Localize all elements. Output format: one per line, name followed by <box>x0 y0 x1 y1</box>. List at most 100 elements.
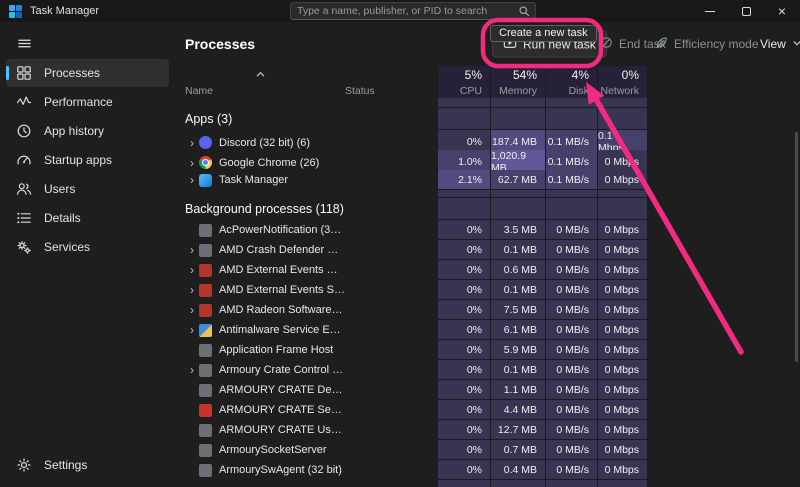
sidebar-item-startup-apps[interactable]: Startup apps <box>6 146 169 174</box>
network-cell <box>597 190 648 198</box>
column-header-cpu[interactable]: CPU <box>437 83 490 98</box>
group-header-row[interactable]: Apps (3) <box>175 108 800 130</box>
expand-chevron-icon[interactable]: › <box>185 363 199 377</box>
main-panel: Processes Run new task End task <box>175 22 800 487</box>
table-row[interactable]: ›AMD External Events Client M...0%0.6 MB… <box>175 260 800 280</box>
menu-button[interactable] <box>6 28 42 58</box>
process-name: ARMOURY CRATE User Sessio... <box>219 424 345 436</box>
sidebar-item-details[interactable]: Details <box>6 204 169 232</box>
table-row[interactable]: ›Antimalware Service Executable0%6.1 MB0… <box>175 320 800 340</box>
search-icon[interactable] <box>513 5 535 17</box>
memory-cell: 6.1 MB <box>490 320 545 340</box>
memory-cell: 0.1 MB <box>490 240 545 260</box>
table-row[interactable]: ›ARMOURY CRATE Service0%4.4 MB0 MB/s0 Mb… <box>175 400 800 420</box>
table-row[interactable]: ›ArmourySocketServer0%0.7 MB0 MB/s0 Mbps <box>175 440 800 460</box>
table-row[interactable]: ›ARMOURY CRATE DenoiseAI0%1.1 MB0 MB/s0 … <box>175 380 800 400</box>
status-cell <box>345 440 437 460</box>
task-manager-app-icon <box>9 5 22 18</box>
network-cell: 0 Mbps <box>597 260 648 280</box>
table-row[interactable]: ›AcPowerNotification (32 bit)0%3.5 MB0 M… <box>175 220 800 240</box>
memory-cell: 7.5 MB <box>490 300 545 320</box>
sidebar-item-performance[interactable]: Performance <box>6 88 169 116</box>
column-header-name[interactable]: Name <box>185 83 345 98</box>
app-history-icon <box>16 123 32 139</box>
process-name: AMD External Events Client M... <box>219 264 345 276</box>
collapse-all-chevron[interactable] <box>255 69 266 80</box>
efficiency-mode-button[interactable]: Efficiency mode <box>655 36 759 52</box>
disk-cell: 0 MB/s <box>545 460 597 480</box>
network-cell: 0 Mbps <box>597 360 648 380</box>
group-header-row[interactable]: Background processes (118) <box>175 198 800 220</box>
table-row[interactable]: ›AMD Crash Defender Service0%0.1 MB0 MB/… <box>175 240 800 260</box>
expand-chevron-icon[interactable]: › <box>185 303 199 317</box>
disk-cell <box>545 480 597 487</box>
status-cell <box>345 240 437 260</box>
close-button[interactable]: × <box>764 0 800 22</box>
memory-cell: 62.7 MB <box>490 170 545 190</box>
minimize-button[interactable] <box>692 0 728 22</box>
expand-chevron-icon[interactable]: › <box>185 283 199 297</box>
table-row[interactable]: ›Armoury Crate Control Interface0%0.1 MB… <box>175 360 800 380</box>
network-cell: 0 Mbps <box>597 170 648 190</box>
table-row[interactable]: ›Discord (32 bit) (6)0%187.4 MB0.1 MB/s0… <box>175 130 800 150</box>
memory-cell: 5.9 MB <box>490 340 545 360</box>
search-input[interactable] <box>291 5 513 17</box>
cpu-cell: 0% <box>437 420 490 440</box>
expand-chevron-icon[interactable]: › <box>185 136 199 150</box>
rog-icon <box>199 404 212 417</box>
search-box[interactable] <box>290 2 536 20</box>
cpu-cell: 0% <box>437 220 490 240</box>
disk-cell: 0 MB/s <box>545 240 597 260</box>
memory-cell <box>490 480 545 487</box>
scrollbar-thumb[interactable] <box>795 132 798 362</box>
maximize-button[interactable] <box>728 0 764 22</box>
column-header-disk[interactable]: Disk <box>545 83 597 98</box>
network-cell: 0 Mbps <box>597 380 648 400</box>
disk-cell: 0 MB/s <box>545 360 597 380</box>
amd-icon <box>199 284 212 297</box>
sidebar-item-app-history[interactable]: App history <box>6 117 169 145</box>
expand-chevron-icon[interactable]: › <box>185 243 199 257</box>
expand-chevron-icon[interactable]: › <box>185 156 199 170</box>
column-header-status[interactable]: Status <box>345 83 437 98</box>
disk-total-pct: 4% <box>545 66 597 83</box>
network-cell <box>597 98 648 108</box>
amd-icon <box>199 304 212 317</box>
table-row[interactable]: ›AMD External Events Service ...0%0.1 MB… <box>175 280 800 300</box>
table-row[interactable]: ›Application Frame Host0%5.9 MB0 MB/s0 M… <box>175 340 800 360</box>
expand-chevron-icon[interactable]: › <box>185 173 199 187</box>
table-row[interactable]: ›Google Chrome (26)1.0%1,020.9 MB0.1 MB/… <box>175 150 800 170</box>
expand-chevron-icon[interactable]: › <box>185 263 199 277</box>
expand-chevron-icon[interactable]: › <box>185 323 199 337</box>
memory-cell: 12.7 MB <box>490 420 545 440</box>
table-row[interactable]: ›Task Manager2.1%62.7 MB0.1 MB/s0 Mbps <box>175 170 800 190</box>
table-row[interactable]: ›ArmourySwAgent (32 bit)0%0.4 MB0 MB/s0 … <box>175 460 800 480</box>
table-filler-row <box>175 190 800 198</box>
table-row[interactable]: ›AMD Radeon Software (5)0%7.5 MB0 MB/s0 … <box>175 300 800 320</box>
sidebar-item-processes[interactable]: Processes <box>6 59 169 87</box>
cpu-cell <box>437 198 490 220</box>
view-button[interactable]: View <box>760 37 800 51</box>
sidebar-item-users[interactable]: Users <box>6 175 169 203</box>
network-cell: 0 Mbps <box>597 320 648 340</box>
memory-cell <box>490 108 545 130</box>
cpu-cell: 0% <box>437 260 490 280</box>
process-name: Application Frame Host <box>219 344 333 356</box>
table-row[interactable]: ›ARMOURY CRATE User Sessio...0%12.7 MB0 … <box>175 420 800 440</box>
status-cell <box>345 420 437 440</box>
cpu-cell <box>437 98 490 108</box>
memory-cell <box>490 190 545 198</box>
sidebar-item-settings[interactable]: Settings <box>6 451 169 479</box>
performance-icon <box>16 94 32 110</box>
generic-icon <box>199 364 212 377</box>
column-header-network[interactable]: Network <box>597 83 648 98</box>
disk-cell: 0 MB/s <box>545 220 597 240</box>
generic-icon <box>199 244 212 257</box>
process-name: AcPowerNotification (32 bit) <box>219 224 345 236</box>
disk-cell: 0 MB/s <box>545 300 597 320</box>
chrome-icon <box>199 156 212 169</box>
page-title: Processes <box>185 36 255 52</box>
network-cell: 0 Mbps <box>597 420 648 440</box>
column-header-memory[interactable]: Memory <box>490 83 545 98</box>
sidebar-item-services[interactable]: Services <box>6 233 169 261</box>
